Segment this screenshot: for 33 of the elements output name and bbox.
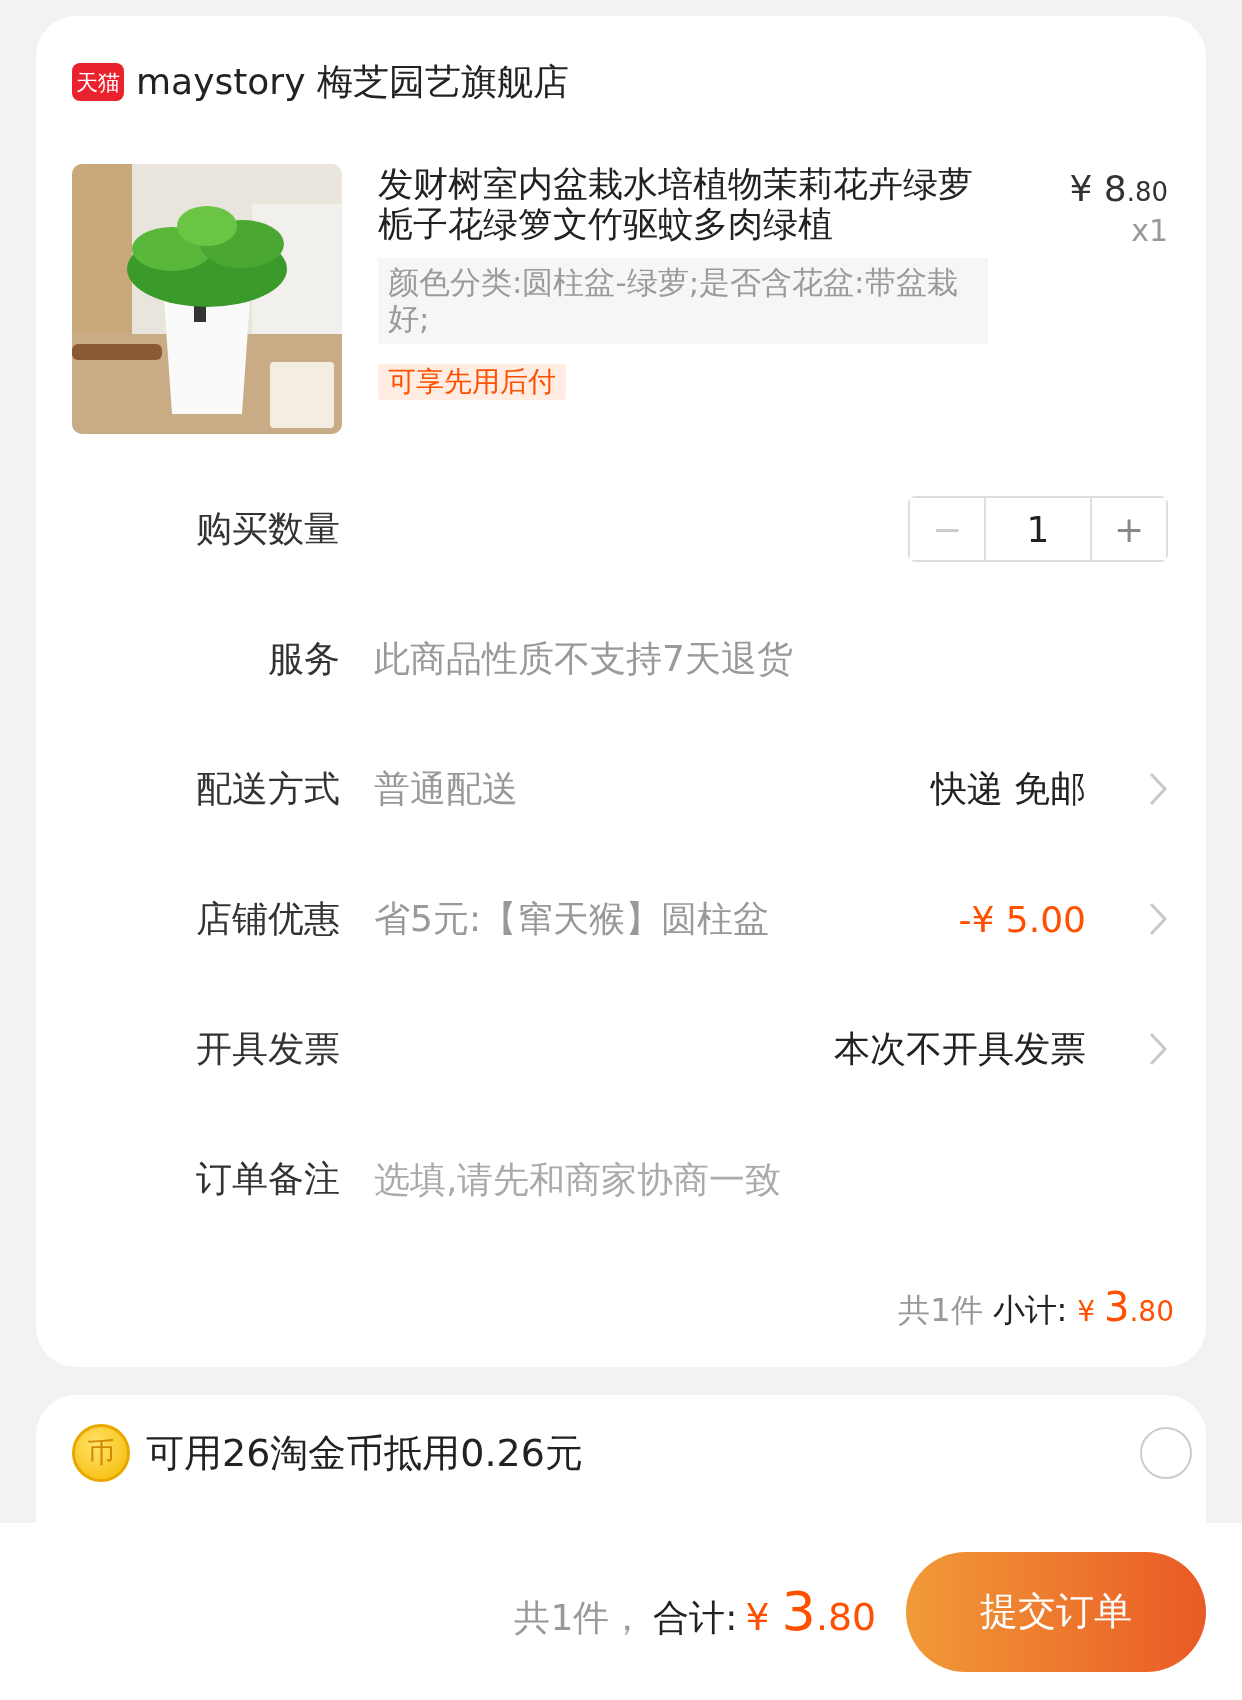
row-value: 此商品性质不支持7天退货 bbox=[374, 636, 793, 681]
chevron-right-icon bbox=[1148, 1031, 1168, 1067]
coin-offer: 可用26淘金币抵用0.26元 bbox=[146, 1429, 583, 1477]
row-value: 省5元:【窜天猴】圆柱盆 bbox=[374, 896, 770, 941]
submit-button[interactable]: 提交订单 bbox=[906, 1551, 1206, 1672]
note-field[interactable]: 选填,请先和商家协商一致 bbox=[374, 1158, 1168, 1200]
row-label: 店铺优惠 bbox=[195, 896, 340, 941]
chevron-right-icon bbox=[1148, 771, 1168, 807]
row-value: 普通配送 bbox=[374, 766, 518, 811]
row-detail[interactable]: 快递 免邮 bbox=[930, 764, 1086, 814]
product-quantity: x1 bbox=[1131, 213, 1168, 248]
chevron-right-icon bbox=[1148, 901, 1168, 937]
total-amount: ¥ 3.80 bbox=[745, 1580, 876, 1643]
row-detail[interactable]: -¥ 5.00 bbox=[958, 898, 1086, 940]
row-label: 购买数量 bbox=[195, 506, 340, 551]
store-badge: 天猫 bbox=[72, 63, 124, 101]
store-name: maystory 梅芝园艺旗舰店 bbox=[136, 59, 569, 104]
item-count: 共1件 bbox=[898, 1290, 983, 1331]
total-count: 共1件， bbox=[514, 1596, 646, 1640]
row-label: 配送方式 bbox=[195, 766, 340, 811]
row-label: 订单备注 bbox=[195, 1156, 340, 1201]
coin-radio[interactable] bbox=[1140, 1427, 1192, 1479]
product-spec: 颜色分类:圆柱盆-绿萝;是否含花盆:带盆栽好; bbox=[378, 258, 988, 344]
row-detail[interactable]: 本次不开具发票 bbox=[834, 1024, 1086, 1074]
coin-icon: 币 bbox=[72, 1424, 130, 1482]
row-label: 开具发票 bbox=[195, 1026, 340, 1071]
product-title: 发财树室内盆栽水培植物茉莉花卉绿萝栀子花绿箩文竹驱蚊多肉绿植 bbox=[378, 164, 974, 244]
subtotal-label: 小计: bbox=[992, 1290, 1068, 1331]
product-price: ¥ 8.80 bbox=[1069, 168, 1168, 209]
row-label: 服务 bbox=[267, 636, 340, 681]
subtotal-amount: ¥ 3.80 bbox=[1077, 1284, 1174, 1330]
payment-tag: 可享先用后付 bbox=[378, 364, 566, 400]
total-label: 合计: bbox=[653, 1596, 738, 1640]
